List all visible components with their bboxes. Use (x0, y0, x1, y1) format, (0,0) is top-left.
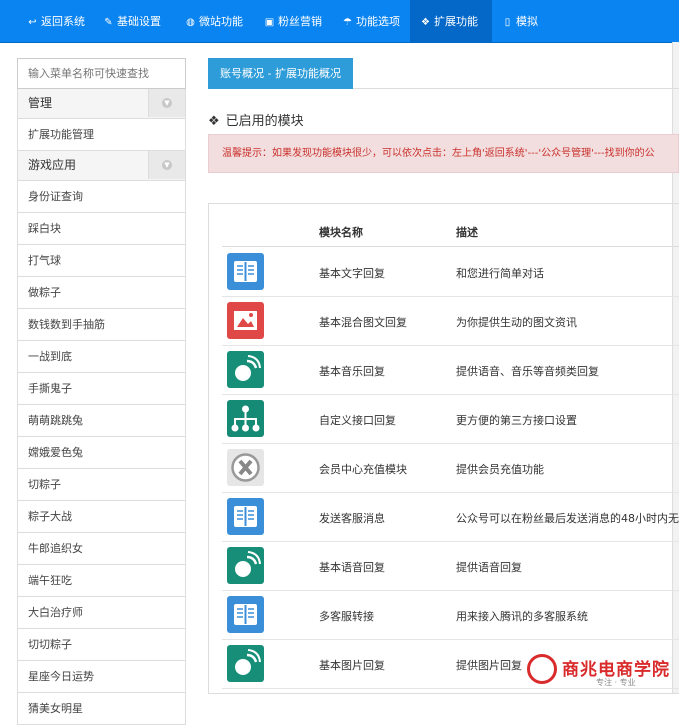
section-title-text: 已启用的模块 (225, 114, 304, 129)
book-icon (227, 253, 264, 290)
module-desc: 提供语音、音乐等音频类回复 (456, 365, 599, 378)
picture-icon (227, 302, 264, 339)
module-desc: 用来接入腾讯的多客服系统 (456, 610, 588, 623)
nav-label: 功能选项 (356, 15, 400, 28)
module-desc: 更方便的第三方接口设置 (456, 414, 577, 427)
nav-label: 基础设置 (117, 15, 161, 28)
sidebar-item[interactable]: 端午狂吃 (17, 565, 186, 597)
module-desc: 提供语音回复 (456, 561, 522, 574)
sidebar-item[interactable]: 星座今日运势 (17, 661, 186, 693)
sidebar-group-manage[interactable]: 管理 ▼ (17, 89, 186, 119)
nav-function-options[interactable]: ☂ 功能选项 (332, 0, 410, 42)
module-name: 基本语音回复 (319, 561, 385, 574)
globe-icon: ◍ (186, 17, 195, 28)
table-row[interactable]: 基本混合图文回复 为你提供生动的图文资讯 (222, 296, 679, 346)
reply-icon: ↩ (28, 17, 37, 28)
section-title: ❖ 已启用的模块 (208, 110, 304, 129)
column-header-name: 模块名称 (319, 226, 363, 239)
nav-basic-settings[interactable]: ✎ 基础设置 (93, 0, 171, 42)
module-name: 基本图片回复 (319, 659, 385, 672)
nav-microsite[interactable]: ◍ 微站功能 (175, 0, 253, 42)
module-desc: 提供会员充值功能 (456, 463, 544, 476)
sidebar-item[interactable]: 一战到底 (17, 341, 186, 373)
logo-icon (527, 654, 557, 684)
collapse-toggle[interactable]: ▼ (148, 89, 185, 117)
table-row[interactable]: 会员中心充值模块 提供会员充值功能 (222, 443, 679, 493)
music-icon (227, 645, 264, 682)
book-icon (227, 596, 264, 633)
modules-table-panel: 模块名称 描述 基本文字回复 和您进行简单对话 基本混合图文回复 为你提供生动的… (208, 203, 679, 694)
nav-extensions[interactable]: ❖ 扩展功能 (410, 0, 492, 42)
music-icon (227, 547, 264, 584)
tab-bar: 账号概况 - 扩展功能概况 (208, 58, 679, 89)
sidebar-group-games[interactable]: 游戏应用 ▼ (17, 151, 186, 181)
module-desc: 为你提供生动的图文资讯 (456, 316, 577, 329)
sidebar-item[interactable]: 踩白块 (17, 213, 186, 245)
sidebar-item-extension-manage[interactable]: 扩展功能管理 (17, 119, 186, 151)
module-name: 基本混合图文回复 (319, 316, 407, 329)
module-name: 发送客服消息 (319, 512, 385, 525)
gift-icon: ▣ (264, 17, 275, 28)
group-title: 游戏应用 (28, 158, 77, 172)
table-row[interactable]: 基本语音回复 提供语音回复 (222, 541, 679, 591)
tab-account-overview[interactable]: 账号概况 - 扩展功能概况 (208, 58, 353, 89)
collapse-toggle[interactable]: ▼ (148, 151, 185, 179)
sidebar-item[interactable]: 打气球 (17, 245, 186, 277)
nav-label: 扩展功能 (434, 15, 478, 28)
sidebar-item[interactable]: 粽子大战 (17, 501, 186, 533)
module-desc: 和您进行简单对话 (456, 267, 544, 280)
column-header-desc: 描述 (456, 226, 478, 239)
sidebar-item[interactable]: 萌萌跳跳兔 (17, 405, 186, 437)
watermark-logo: 商兆电商学院 专注 · 专业 (524, 650, 679, 694)
wrench-icon: ✎ (104, 17, 113, 28)
nav-label: 微站功能 (199, 15, 243, 28)
chevron-down-icon: ▼ (162, 160, 172, 170)
table-row[interactable]: 多客服转接 用来接入腾讯的多客服系统 (222, 590, 679, 640)
music-icon (227, 351, 264, 388)
sidebar-item[interactable]: 大白治疗师 (17, 597, 186, 629)
cubes-icon: ❖ (421, 17, 430, 28)
sitemap-icon (227, 400, 264, 437)
sidebar-item[interactable]: 猜美女明星 (17, 693, 186, 725)
nav-label: 返回系统 (41, 15, 85, 28)
mobile-icon: ▯ (504, 17, 511, 28)
nav-label: 粉丝营销 (278, 15, 322, 28)
chevron-down-icon: ▼ (162, 98, 172, 108)
watermark-subtitle: 专注 · 专业 (596, 678, 636, 687)
nav-simulate[interactable]: ▯ 模拟 (492, 0, 548, 42)
module-name: 会员中心充值模块 (319, 463, 407, 476)
module-name: 多客服转接 (319, 610, 374, 623)
x-icon (227, 449, 264, 486)
sidebar-item[interactable]: 做粽子 (17, 277, 186, 309)
sidebar: 管理 ▼ 扩展功能管理 游戏应用 ▼ 身份证查询 踩白块 打气球 做粽子 数钱数… (17, 58, 186, 725)
group-title: 管理 (28, 96, 53, 110)
sidebar-item[interactable]: 切切粽子 (17, 629, 186, 661)
module-name: 基本音乐回复 (319, 365, 385, 378)
table-row[interactable]: 基本文字回复 和您进行简单对话 (222, 247, 679, 297)
nav-back-system[interactable]: ↩ 返回系统 (17, 0, 95, 42)
nav-fan-marketing[interactable]: ▣ 粉丝营销 (254, 0, 332, 42)
sidebar-item[interactable]: 身份证查询 (17, 181, 186, 213)
sidebar-item[interactable]: 切粽子 (17, 469, 186, 501)
table-header: 模块名称 描述 (222, 216, 679, 247)
module-name: 自定义接口回复 (319, 414, 396, 427)
nav-label: 模拟 (516, 15, 538, 28)
table-row[interactable]: 自定义接口回复 更方便的第三方接口设置 (222, 394, 679, 444)
cubes-icon: ❖ (208, 114, 220, 129)
module-desc: 公众号可以在粉丝最后发送消息的48小时内无限 (456, 512, 679, 525)
alert-tip: 温馨提示：如果发现功能模块很少，可以依次点击：左上角'返回系统'---'公众号管… (208, 134, 679, 173)
table-row[interactable]: 发送客服消息 公众号可以在粉丝最后发送消息的48小时内无限 (222, 492, 679, 542)
sidebar-item[interactable]: 手撕鬼子 (17, 373, 186, 405)
sidebar-item[interactable]: 牛郎追织女 (17, 533, 186, 565)
menu-search-input[interactable] (17, 58, 186, 89)
sidebar-item[interactable]: 嫦娥爱色兔 (17, 437, 186, 469)
umbrella-icon: ☂ (343, 17, 352, 28)
module-desc: 提供图片回复 (456, 659, 522, 672)
top-navbar: ↩ 返回系统 ✎ 基础设置 ◍ 微站功能 ▣ 粉丝营销 ☂ 功能选项 ❖ 扩展功能 ▯ 模拟 (0, 0, 679, 43)
module-name: 基本文字回复 (319, 267, 385, 280)
table-row[interactable]: 基本音乐回复 提供语音、音乐等音频类回复 (222, 345, 679, 395)
book-icon (227, 498, 264, 535)
sidebar-item[interactable]: 数钱数到手抽筋 (17, 309, 186, 341)
